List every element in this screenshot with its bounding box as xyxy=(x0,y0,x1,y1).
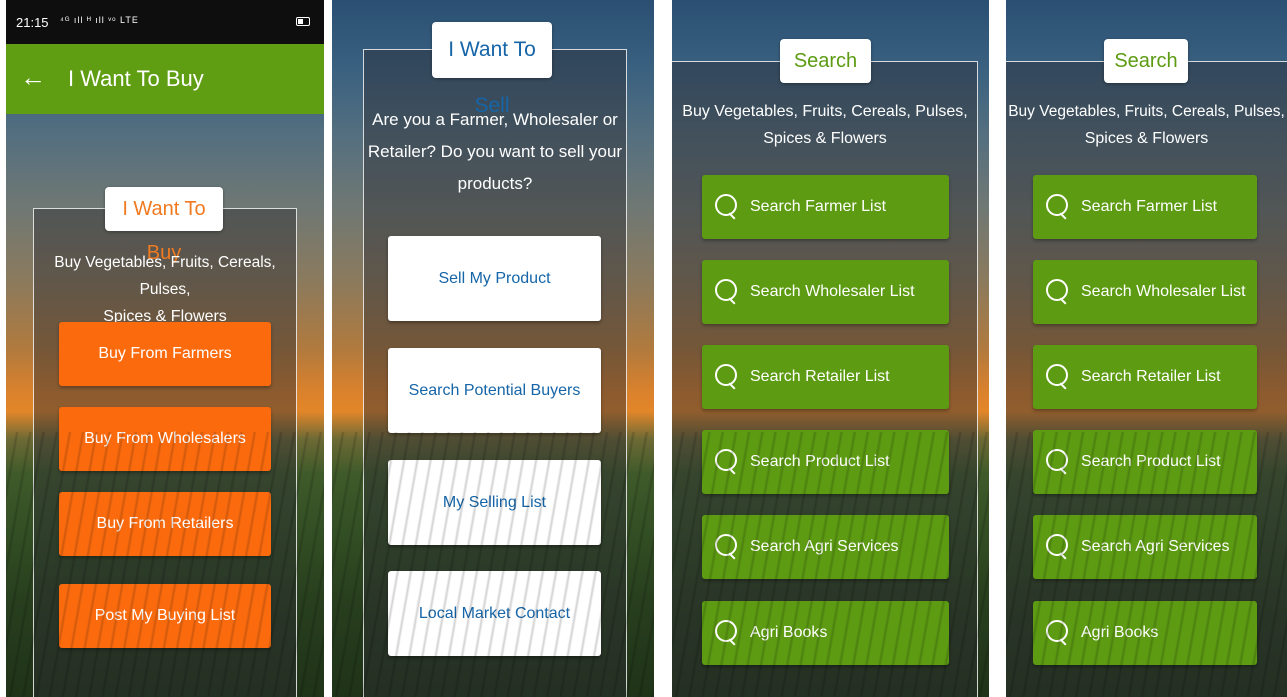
agri-books-label: Agri Books xyxy=(750,624,828,641)
sell-question: Are you a Farmer, Wholesaler or Retailer… xyxy=(363,104,627,200)
buy-from-farmers-button[interactable]: Buy From Farmers xyxy=(59,322,271,386)
search-retailer-list-label: Search Retailer List xyxy=(750,368,890,385)
screen-want-to-sell: I Want To Sell Are you a Farmer, Wholesa… xyxy=(332,0,654,697)
my-selling-list-button[interactable]: My Selling List xyxy=(388,460,601,545)
search-agri-services-label-2: Search Agri Services xyxy=(1081,538,1230,555)
battery-icon xyxy=(296,17,310,26)
local-market-contact-button[interactable]: Local Market Contact xyxy=(388,571,601,656)
search-header-2: Search xyxy=(1104,39,1188,83)
search-potential-buyers-label: Search Potential Buyers xyxy=(408,381,581,399)
search-wholesaler-list-button[interactable]: Search Wholesaler List xyxy=(702,260,949,324)
search-header-label: Search xyxy=(793,50,858,72)
search-subtitle-2: Buy Vegetables, Fruits, Cereals, Pulses,… xyxy=(1006,98,1287,152)
search-subtitle: Buy Vegetables, Fruits, Cereals, Pulses,… xyxy=(672,98,978,152)
back-arrow-icon[interactable]: ← xyxy=(20,63,46,91)
search-wholesaler-list-label: Search Wholesaler List xyxy=(750,283,915,300)
buy-from-wholesalers-label: Buy From Wholesalers xyxy=(84,430,246,447)
search-retailer-list-button[interactable]: Search Retailer List xyxy=(702,345,949,409)
buy-subtitle: Buy Vegetables, Fruits, Cereals, Pulses,… xyxy=(33,249,297,330)
search-farmer-list-button-2[interactable]: Search Farmer List xyxy=(1033,175,1257,239)
agri-books-button[interactable]: Agri Books xyxy=(702,601,949,665)
status-bar: 21:15 ⁴ᴳ ıll ᴴ ıll ᵛᵒ LTE xyxy=(6,0,324,44)
sell-header: I Want To Sell xyxy=(432,22,552,117)
search-farmer-list-button[interactable]: Search Farmer List xyxy=(702,175,949,239)
sell-question-line1: Are you a Farmer, Wholesaler or xyxy=(372,110,618,129)
search-subtitle-2-line2: Spices & Flowers xyxy=(1084,130,1209,147)
search-agri-services-button[interactable]: Search Agri Services xyxy=(702,515,949,579)
search-icon xyxy=(1045,278,1071,306)
my-selling-list-label: My Selling List xyxy=(442,493,547,511)
search-icon xyxy=(1045,533,1071,561)
screen-search: Search Buy Vegetables, Fruits, Cereals, … xyxy=(672,0,989,697)
search-product-list-label-2: Search Product List xyxy=(1081,453,1221,470)
buy-from-farmers-label: Buy From Farmers xyxy=(98,345,232,362)
buy-from-wholesalers-button[interactable]: Buy From Wholesalers xyxy=(59,407,271,471)
search-retailer-list-button-2[interactable]: Search Retailer List xyxy=(1033,345,1257,409)
screen-want-to-buy: 21:15 ⁴ᴳ ıll ᴴ ıll ᵛᵒ LTE ← I Want To Bu… xyxy=(6,0,324,697)
search-product-list-label: Search Product List xyxy=(750,453,890,470)
sell-question-line3: products? xyxy=(457,174,533,193)
buy-header: I Want To Buy xyxy=(105,187,223,264)
app-bar-title: I Want To Buy xyxy=(68,66,204,91)
search-icon xyxy=(714,533,740,561)
search-header: Search xyxy=(780,39,871,83)
sell-question-line2: Retailer? Do you want to sell your xyxy=(367,142,623,161)
signal-icons: ⁴ᴳ ıll ᴴ ıll ᵛᵒ LTE xyxy=(60,15,139,25)
search-icon xyxy=(1045,193,1071,221)
search-farmer-list-label-2: Search Farmer List xyxy=(1081,198,1218,215)
sell-my-product-button[interactable]: Sell My Product xyxy=(388,236,601,321)
search-potential-buyers-button[interactable]: Search Potential Buyers xyxy=(388,348,601,433)
buy-from-retailers-label: Buy From Retailers xyxy=(96,515,234,532)
status-time: 21:15 xyxy=(16,15,49,30)
search-icon xyxy=(714,448,740,476)
search-agri-services-label: Search Agri Services xyxy=(750,538,899,555)
search-product-list-button-2[interactable]: Search Product List xyxy=(1033,430,1257,494)
search-subtitle-2-line1: Buy Vegetables, Fruits, Cereals, Pulses, xyxy=(1008,103,1285,120)
search-icon xyxy=(1045,448,1071,476)
search-retailer-list-label-2: Search Retailer List xyxy=(1081,368,1221,385)
search-header-2-label: Search xyxy=(1114,50,1178,72)
search-agri-services-button-2[interactable]: Search Agri Services xyxy=(1033,515,1257,579)
search-icon xyxy=(714,193,740,221)
agri-books-label-2: Agri Books xyxy=(1081,624,1159,641)
search-icon xyxy=(714,278,740,306)
buy-from-retailers-button[interactable]: Buy From Retailers xyxy=(59,492,271,556)
search-icon xyxy=(714,619,740,647)
search-wholesaler-list-button-2[interactable]: Search Wholesaler List xyxy=(1033,260,1257,324)
search-icon xyxy=(714,363,740,391)
sell-my-product-label: Sell My Product xyxy=(438,269,551,287)
screen-search-2: Search Buy Vegetables, Fruits, Cereals, … xyxy=(1006,0,1287,697)
agri-books-button-2[interactable]: Agri Books xyxy=(1033,601,1257,665)
search-wholesaler-list-label-2: Search Wholesaler List xyxy=(1081,283,1246,300)
post-buying-list-label: Post My Buying List xyxy=(94,607,236,624)
search-farmer-list-label: Search Farmer List xyxy=(750,198,887,215)
post-buying-list-button[interactable]: Post My Buying List xyxy=(59,584,271,648)
search-product-list-button[interactable]: Search Product List xyxy=(702,430,949,494)
buy-subtitle-line1: Buy Vegetables, Fruits, Cereals, Pulses, xyxy=(54,254,276,298)
app-bar: ← I Want To Buy xyxy=(6,44,324,114)
search-icon xyxy=(1045,363,1071,391)
search-subtitle-line1: Buy Vegetables, Fruits, Cereals, Pulses, xyxy=(682,103,968,120)
search-subtitle-line2: Spices & Flowers xyxy=(763,130,887,147)
local-market-contact-label: Local Market Contact xyxy=(418,604,571,622)
search-icon xyxy=(1045,619,1071,647)
